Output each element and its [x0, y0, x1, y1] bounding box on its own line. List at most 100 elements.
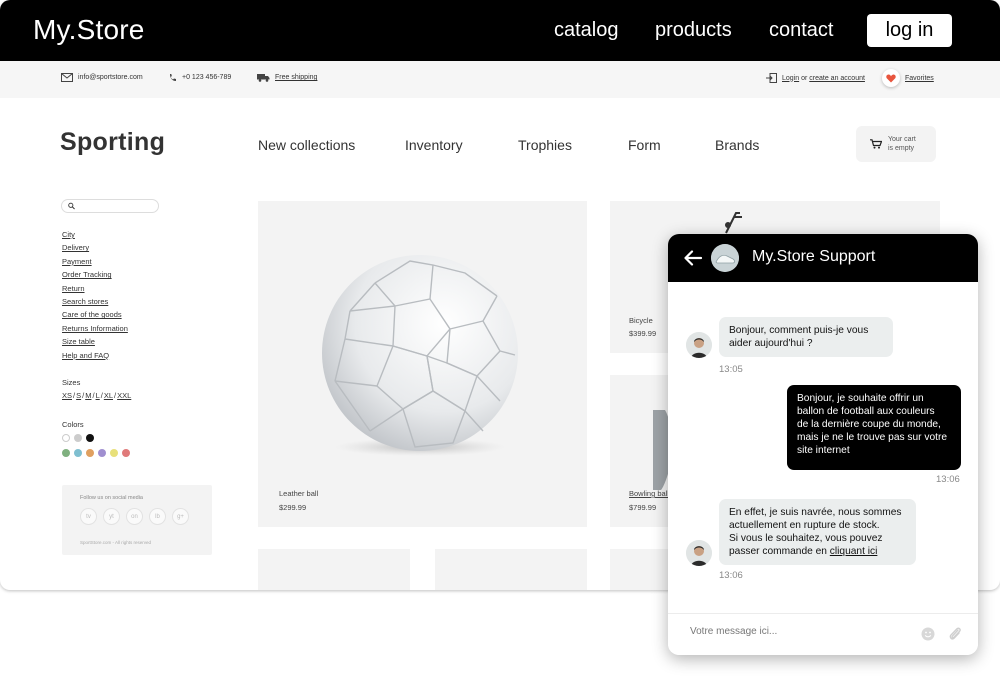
sizes-label: Sizes: [62, 378, 81, 387]
sidebar-link-return[interactable]: Return: [62, 283, 128, 296]
cart-icon: [870, 139, 882, 149]
chat-widget: My.Store Support Bonjour, comment puis-j…: [668, 234, 978, 655]
favorites-link[interactable]: Favorites: [882, 69, 934, 87]
sidebar-links: City Delivery Payment Order Tracking Ret…: [62, 229, 128, 363]
phone-text: +0 123 456-789: [182, 74, 232, 81]
sidebar-link-delivery[interactable]: Delivery: [62, 242, 128, 255]
product-price: $299.99: [279, 503, 307, 512]
order-link[interactable]: cliquant ici: [830, 546, 878, 557]
agent-avatar: [686, 540, 712, 566]
login-icon: [766, 73, 777, 83]
message-line: passer commande en cliquant ici: [729, 545, 906, 558]
color-swatches-row1: [62, 434, 94, 442]
product-card[interactable]: [258, 549, 410, 590]
login-button[interactable]: log in: [867, 14, 952, 47]
size-l[interactable]: L: [96, 391, 100, 400]
color-swatch[interactable]: [74, 449, 82, 457]
color-swatch[interactable]: [74, 434, 82, 442]
sidebar-link-size-table[interactable]: Size table: [62, 336, 128, 349]
message-line: ballon de football aux couleurs: [797, 406, 935, 417]
or-text: or: [801, 74, 808, 82]
create-account-link[interactable]: create an account: [809, 75, 865, 82]
color-swatch[interactable]: [62, 434, 70, 442]
sidebar-link-payment[interactable]: Payment: [62, 256, 128, 269]
product-price: $399.99: [629, 329, 657, 338]
email-text: info@sportstore.com: [78, 74, 143, 81]
sidebar-link-city[interactable]: City: [62, 229, 128, 242]
sidebar-link-order-tracking[interactable]: Order Tracking: [62, 269, 128, 282]
category-form[interactable]: Form: [628, 137, 661, 153]
heart-icon: [882, 69, 900, 87]
soccer-ball-image: [322, 255, 518, 456]
size-xxl[interactable]: XXL: [117, 391, 131, 400]
support-avatar: [711, 244, 739, 272]
category-inventory[interactable]: Inventory: [405, 137, 463, 153]
size-xs[interactable]: XS: [62, 391, 72, 400]
chat-message-input[interactable]: [690, 626, 910, 637]
category-brands[interactable]: Brands: [715, 137, 759, 153]
social-on-icon[interactable]: on: [126, 508, 143, 525]
social-gplus-icon[interactable]: g+: [172, 508, 189, 525]
sidebar-search[interactable]: [61, 199, 159, 213]
color-swatch[interactable]: [98, 449, 106, 457]
color-swatch[interactable]: [86, 434, 94, 442]
message-line: site internet: [797, 445, 850, 456]
chat-message-agent: En effet, je suis navrée, nous sommes ac…: [719, 499, 916, 565]
truck-icon: [257, 74, 270, 82]
message-time: 13:05: [719, 364, 743, 375]
info-bar: info@sportstore.com +0 123 456-789 Free …: [0, 61, 1000, 98]
color-swatch[interactable]: [62, 449, 70, 457]
size-xl[interactable]: XL: [104, 391, 113, 400]
product-price: $799.99: [629, 503, 657, 512]
social-tv-icon[interactable]: tv: [80, 508, 97, 525]
product-card[interactable]: [435, 549, 587, 590]
mail-icon: [61, 73, 73, 82]
sidebar-link-help[interactable]: Help and FAQ: [62, 350, 128, 363]
nav-products[interactable]: products: [655, 19, 732, 42]
back-arrow-icon[interactable]: [683, 249, 703, 267]
favorites-text: Favorites: [905, 74, 934, 82]
sidebar-link-returns-info[interactable]: Returns Information: [62, 323, 128, 336]
chat-composer: [668, 613, 978, 655]
cart-button[interactable]: Your cart is empty: [856, 126, 936, 162]
login-link[interactable]: Login: [782, 75, 799, 82]
emoji-icon[interactable]: [921, 627, 935, 641]
sneaker-logo-icon: [711, 244, 739, 272]
social-yt-icon[interactable]: yt: [103, 508, 120, 525]
nav-catalog[interactable]: catalog: [554, 19, 619, 42]
shipping-text: Free shipping: [275, 74, 318, 81]
brand-logo[interactable]: My.Store: [33, 14, 145, 46]
search-input[interactable]: [78, 202, 158, 210]
shipping-info[interactable]: Free shipping: [257, 73, 317, 82]
email-info[interactable]: info@sportstore.com: [61, 73, 143, 82]
sidebar-link-care[interactable]: Care of the goods: [62, 309, 128, 322]
account-links: Login or create an account: [766, 73, 865, 83]
message-line: En effet, je suis navrée, nous sommes: [729, 507, 902, 518]
phone-info[interactable]: +0 123 456-789: [169, 73, 231, 82]
message-time: 13:06: [936, 474, 960, 485]
color-swatch[interactable]: [110, 449, 118, 457]
social-lb-icon[interactable]: lb: [149, 508, 166, 525]
product-card-leather-ball[interactable]: Leather ball $299.99: [258, 201, 587, 527]
color-swatch[interactable]: [122, 449, 130, 457]
product-name: Leather ball: [279, 489, 319, 498]
chat-message-agent: Bonjour, comment puis-je vous aider aujo…: [719, 317, 893, 357]
chat-header: My.Store Support: [668, 234, 978, 282]
size-m[interactable]: M: [85, 391, 91, 400]
top-navbar: My.Store catalog products contact log in: [0, 0, 1000, 61]
message-line: actuellement en rupture de stock.: [729, 520, 880, 531]
category-new-collections[interactable]: New collections: [258, 137, 355, 153]
message-line: aider aujourd'hui ?: [729, 338, 813, 349]
category-trophies[interactable]: Trophies: [518, 137, 572, 153]
message-line: mais je ne le trouve pas sur votre: [797, 432, 948, 443]
chat-title: My.Store Support: [752, 248, 876, 265]
cart-status-line2: is empty: [888, 145, 915, 152]
color-swatches-row2: [62, 449, 130, 457]
size-s[interactable]: S: [76, 391, 81, 400]
paperclip-icon[interactable]: [948, 626, 962, 642]
nav-contact[interactable]: contact: [769, 19, 833, 42]
message-time: 13:06: [719, 570, 743, 581]
sidebar-link-search-stores[interactable]: Search stores: [62, 296, 128, 309]
product-name: Bicycle: [629, 316, 653, 325]
color-swatch[interactable]: [86, 449, 94, 457]
